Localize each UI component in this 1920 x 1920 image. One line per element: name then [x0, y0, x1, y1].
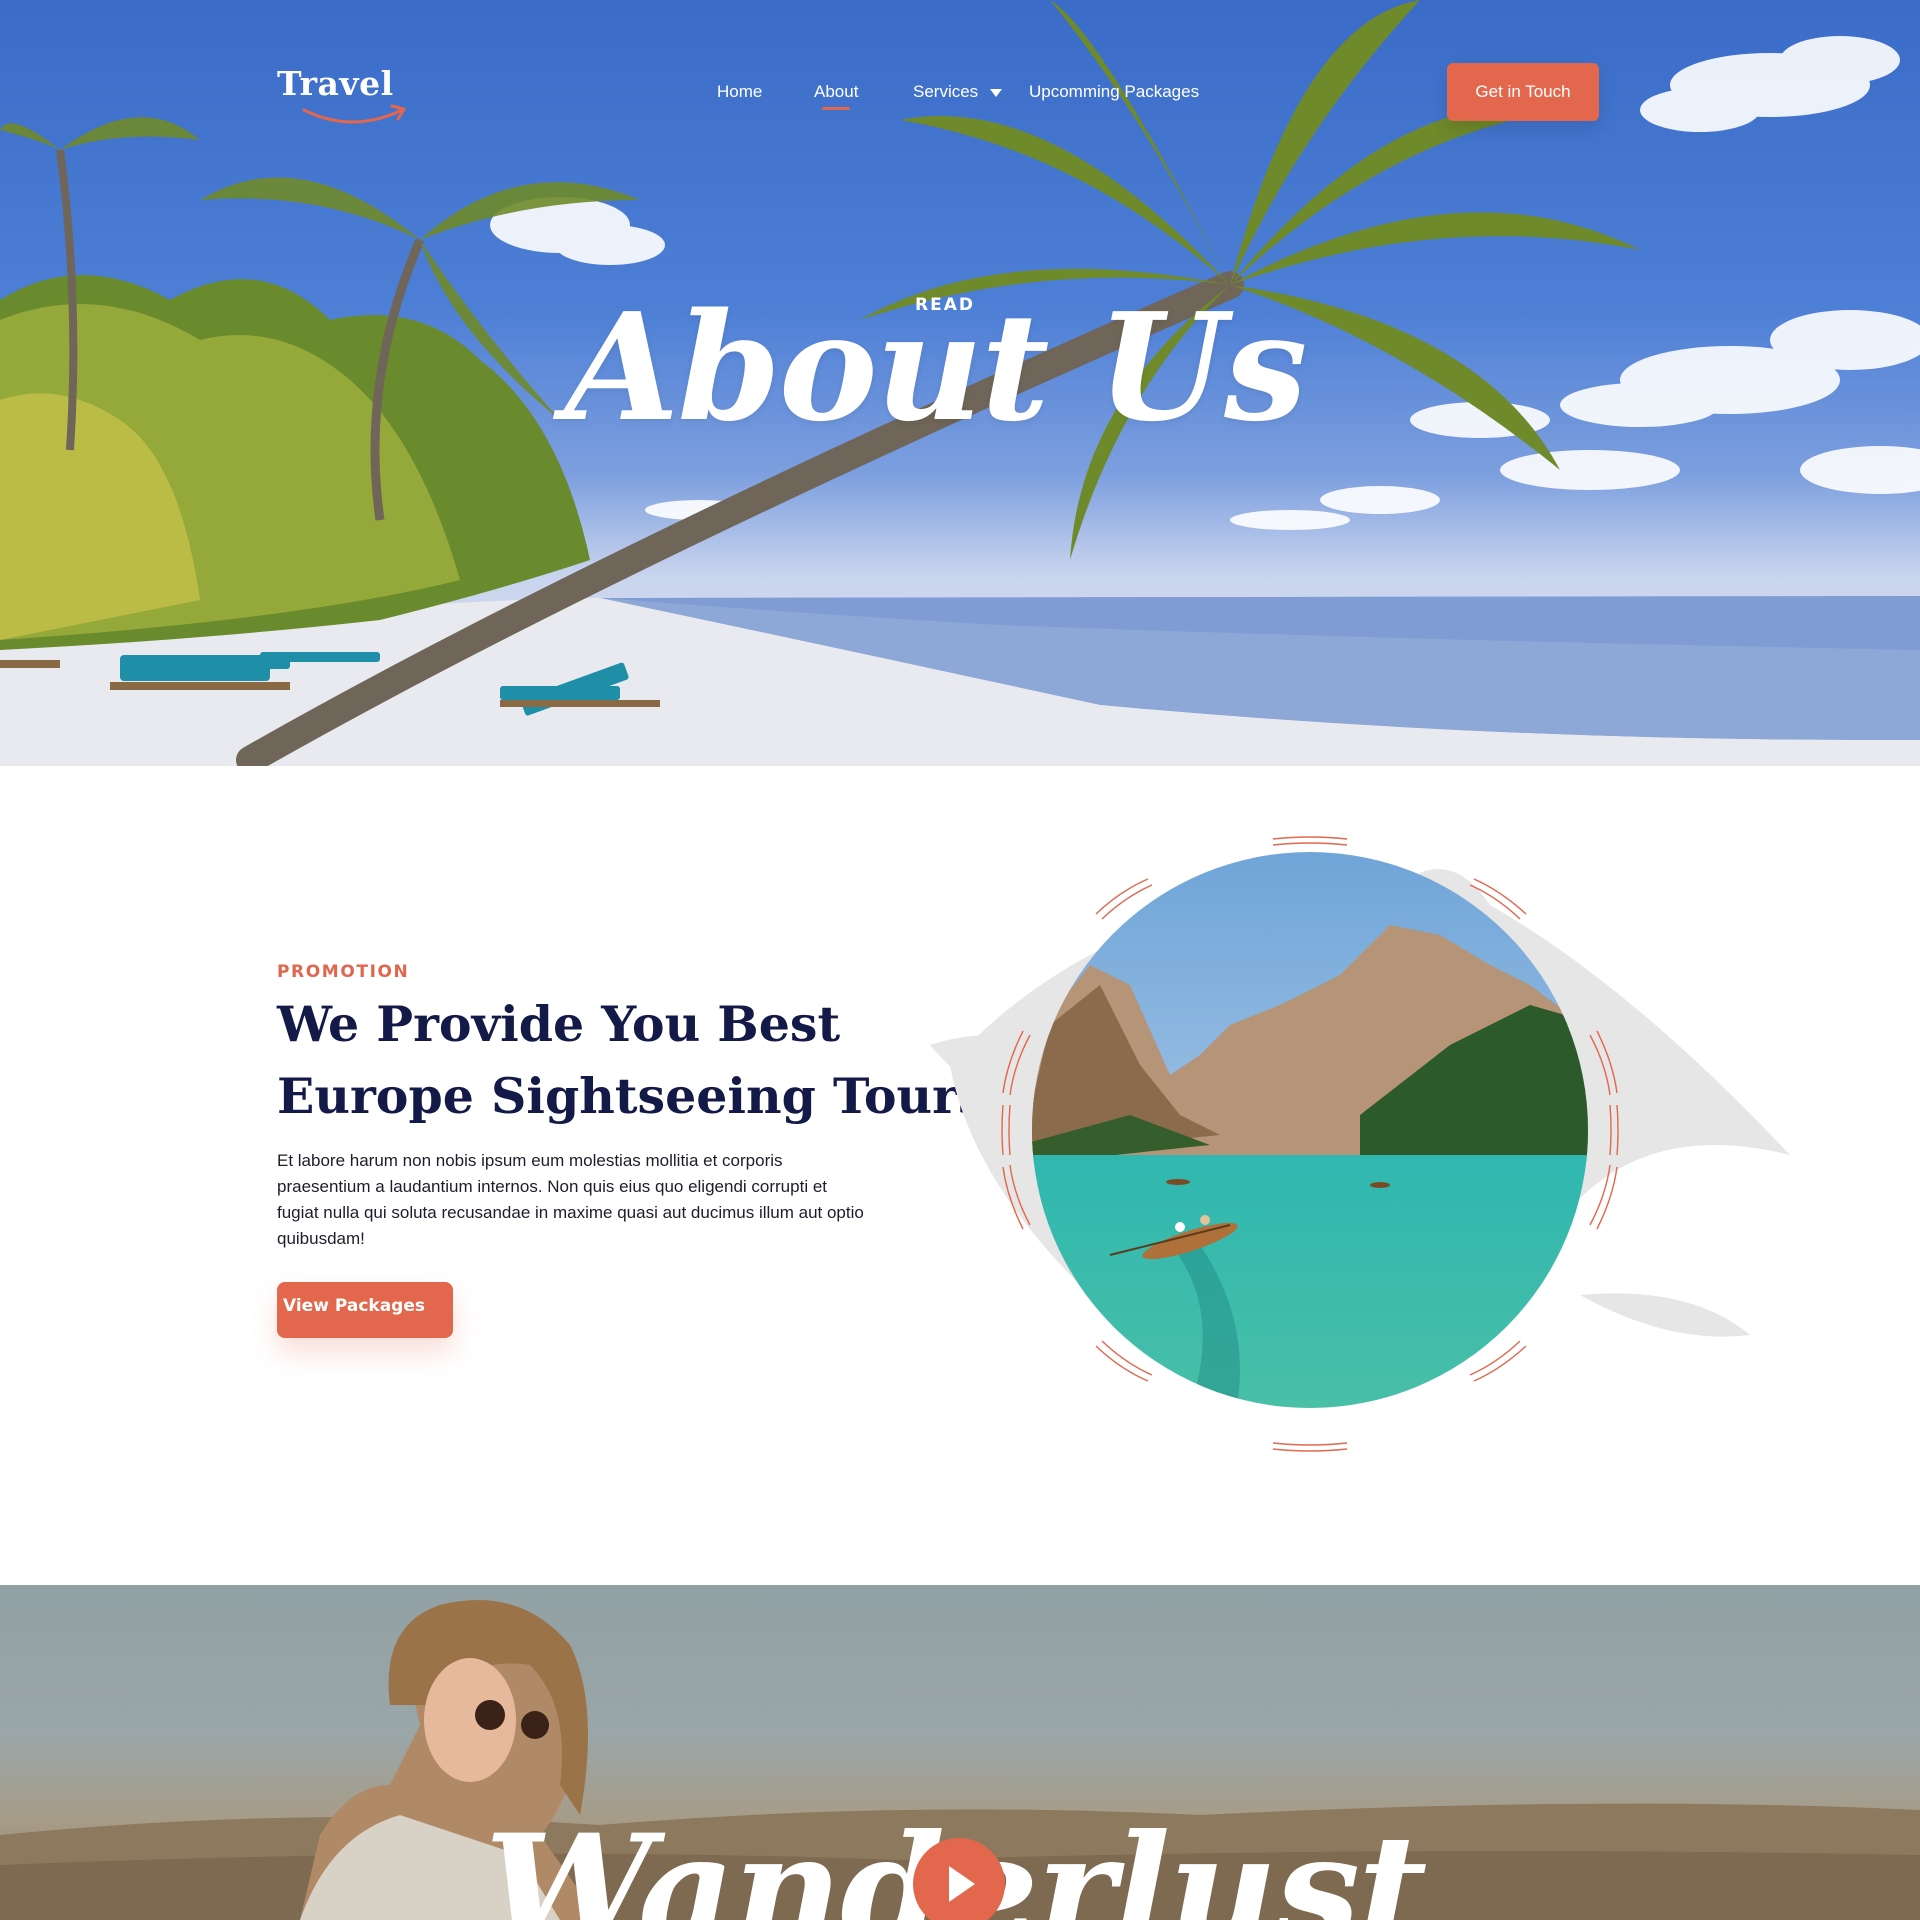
video-section: Wanderlust	[0, 1585, 1920, 1920]
promo-heading-line-2: Europe Sightseeing Tours	[277, 1067, 986, 1125]
nav-item-services[interactable]: Services	[913, 82, 978, 106]
promo-kicker: PROMOTION	[277, 962, 410, 982]
main-nav: Home About Services Upcomming Packages	[0, 82, 1920, 106]
get-in-touch-button[interactable]: Get in Touch	[1447, 63, 1599, 121]
promo-heading-line-1: We Provide You Best	[277, 995, 841, 1053]
hero-section: Travel Home About Services Upcomming Pac…	[0, 0, 1920, 766]
view-packages-button[interactable]: View Packages	[277, 1282, 453, 1338]
chevron-down-icon[interactable]	[990, 89, 1002, 97]
nav-item-about[interactable]: About	[814, 82, 858, 106]
nav-item-upcoming-packages[interactable]: Upcomming Packages	[1029, 82, 1199, 106]
promo-heading: We Provide You Best Europe Sightseeing T…	[277, 988, 986, 1132]
promo-lake-image	[930, 815, 1810, 1475]
nav-item-home[interactable]: Home	[717, 82, 762, 106]
page-title: About Us	[564, 280, 1308, 454]
play-video-button[interactable]	[913, 1838, 1005, 1920]
promo-description: Et labore harum non nobis ipsum eum mole…	[277, 1151, 864, 1248]
play-icon	[949, 1866, 975, 1902]
